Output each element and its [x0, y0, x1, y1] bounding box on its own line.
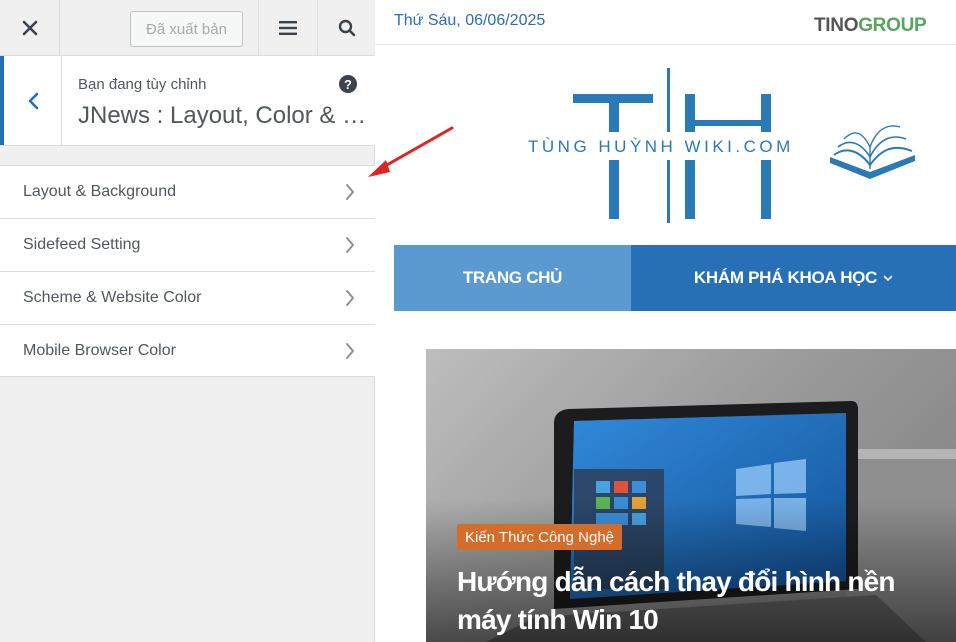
header-date: Thứ Sáu, 06/06/2025 [394, 12, 546, 29]
menu-item-label: Layout & Background [23, 183, 176, 200]
menu-button[interactable] [258, 0, 317, 56]
section-title: JNews : Layout, Color & Scheme [78, 102, 368, 129]
chevron-down-icon [883, 275, 893, 282]
nav-item-label: KHÁM PHÁ KHOA HỌC [693, 268, 878, 287]
menu-item-layout-background[interactable]: Layout & Background [0, 165, 375, 218]
site-preview: Thứ Sáu, 06/06/2025 TINOGROUP TÙNG HUỲNH… [375, 0, 956, 642]
section-header: Bạn đang tùy chỉnh JNews : Layout, Color… [0, 56, 375, 146]
partner-logo-part2: GROUP [858, 15, 927, 36]
close-button[interactable] [0, 0, 60, 56]
main-navigation: TRANG CHỦ KHÁM PHÁ KHOA HỌC [394, 245, 956, 311]
site-logo-text: TÙNG HUỲNH WIKI.COM [528, 137, 794, 156]
menu-item-sidefeed-setting[interactable]: Sidefeed Setting [0, 218, 375, 271]
chevron-right-icon [346, 237, 354, 253]
menu-item-label: Scheme & Website Color [23, 289, 202, 306]
partner-logo-part1: TINO [814, 15, 859, 36]
chevron-right-icon [346, 184, 354, 200]
customizer-sidebar: Đã xuất bản Bạn đang tùy chỉnh JNews: L… [0, 0, 375, 642]
customizing-label: Bạn đang tùy chỉnh [78, 76, 207, 93]
search-icon [338, 19, 355, 37]
menu-item-label: Mobile Browser Color [23, 341, 176, 359]
menu-item-scheme-website-color[interactable]: Scheme & Website Color [0, 271, 375, 324]
published-button[interactable]: Đã xuất bản [130, 11, 243, 47]
chevron-left-icon [28, 92, 38, 109]
featured-post[interactable]: Kiến Thức Công Nghệ Hướng dẫn cách thay … [426, 349, 956, 642]
customizer-topbar: Đã xuất bản [0, 0, 375, 56]
annotation-arrow-icon [368, 126, 454, 177]
category-badge[interactable]: Kiến Thức Công Nghệ [457, 524, 623, 550]
chevron-right-icon [346, 343, 354, 359]
help-icon[interactable]: ? [339, 75, 357, 93]
menu-item-mobile-browser-color[interactable]: Mobile Browser Color [0, 324, 375, 377]
back-button[interactable] [0, 56, 62, 145]
chevron-right-icon [346, 290, 354, 306]
customizer-app: Đã xuất bản Bạn đang tùy chỉnh JNews: L… [0, 0, 956, 642]
nav-item-home[interactable]: TRANG CHỦ [394, 245, 631, 311]
section-menu-list: Layout & Background Sidefeed Setting Sch… [0, 165, 375, 377]
search-button[interactable] [317, 0, 375, 56]
nav-item-explore-science[interactable]: KHÁM PHÁ KHOA HỌC [631, 245, 956, 311]
menu-item-label: Sidefeed Setting [23, 236, 141, 253]
partner-logo[interactable]: TINOGROUP [814, 15, 927, 37]
hamburger-icon [279, 21, 297, 35]
header-divider [375, 44, 956, 45]
close-icon [22, 20, 37, 36]
featured-headline[interactable]: Hướng dẫn cách thay đổi hình nền máy tín… [457, 563, 947, 639]
